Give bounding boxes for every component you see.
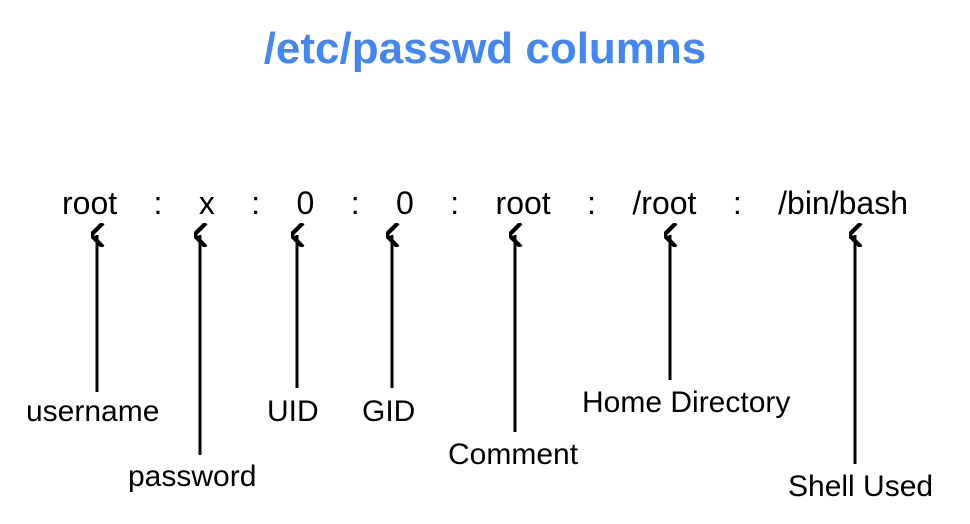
label-uid: UID xyxy=(267,395,319,429)
label-username: username xyxy=(26,395,159,429)
label-homedir: Home Directory xyxy=(582,386,790,420)
label-password: password xyxy=(128,460,256,494)
label-comment: Comment xyxy=(448,438,578,472)
label-gid: GID xyxy=(362,395,415,429)
label-shell: Shell Used xyxy=(788,470,933,504)
